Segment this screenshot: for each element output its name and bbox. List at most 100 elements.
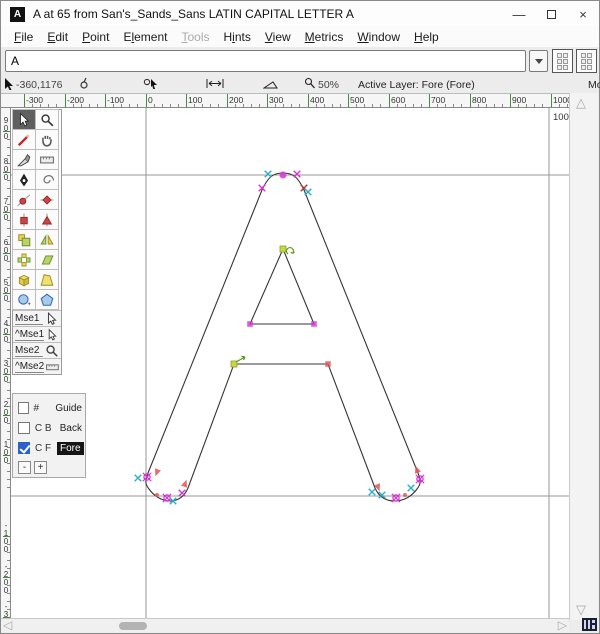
vertical-scrollbar[interactable]: △ ▽ [569, 93, 598, 620]
remove-layer-button[interactable]: - [18, 461, 31, 474]
layer-row-fore: C F Fore [13, 438, 85, 458]
layer-name[interactable]: Back [57, 422, 85, 435]
hruler-label: 900 [512, 95, 527, 105]
layer-name[interactable]: Guide [52, 402, 85, 415]
status-toolbar: -360,1176 50% Active Layer: Fore (Fore) … [1, 75, 600, 93]
glyph-text-input[interactable] [5, 50, 526, 72]
horizontal-scrollbar[interactable]: ◁ ▷ [1, 618, 569, 632]
hruler-label: 800 [472, 95, 487, 105]
horizontal-ruler[interactable]: -300 -200 -100 0 100 200 300 400 500 600 700 800 900… [1, 93, 571, 108]
add-layer-button[interactable]: + [34, 461, 47, 474]
dropdown-button[interactable] [529, 50, 548, 72]
pointer-tool[interactable] [12, 109, 36, 130]
scroll-down-icon[interactable]: ▽ [576, 602, 586, 618]
spiro-tool[interactable] [35, 169, 59, 190]
menu-tools[interactable]: Tools [174, 28, 216, 46]
mouse-binding-label: ^Mse2 [15, 360, 45, 373]
hruler-label: 100 [188, 95, 203, 105]
perspective-tool[interactable] [35, 269, 59, 290]
close-button[interactable]: × [567, 1, 599, 27]
menu-view[interactable]: View [258, 28, 298, 46]
ellipse-tool[interactable] [12, 289, 36, 310]
app-icon: A [10, 6, 25, 22]
perspective3d-tool[interactable] [12, 269, 36, 290]
menu-window[interactable]: Window [350, 28, 407, 46]
scroll-right-icon[interactable]: ▷ [558, 618, 567, 632]
pen-tool[interactable] [12, 169, 36, 190]
glyph-grid-icon [557, 53, 568, 70]
curve-tool[interactable] [12, 189, 36, 210]
layer-flags: # [33, 402, 40, 414]
vruler-label: 100 [3, 440, 9, 465]
menu-file[interactable]: File [7, 28, 40, 46]
title-bar: A A at 65 from San's_Sands_Sans LATIN CA… [1, 1, 599, 27]
chevron-down-icon [535, 59, 543, 64]
active-layer-label: Active Layer: Fore (Fore) [358, 79, 475, 91]
hvcurve-tool[interactable] [35, 189, 59, 210]
tangent-tool[interactable] [35, 209, 59, 230]
vruler-label: 700 [3, 197, 9, 222]
menu-metrics[interactable]: Metrics [298, 28, 351, 46]
flip-tool[interactable] [35, 229, 59, 250]
layers-palette: # Guide C B Back C F Fore - + [12, 393, 86, 478]
vruler-label: 900 [3, 116, 9, 141]
window-title: A at 65 from San's_Sands_Sans LATIN CAPI… [33, 7, 354, 21]
vruler-label: 800 [3, 157, 9, 182]
vruler-label: -100 [3, 521, 9, 554]
scroll-left-icon[interactable]: ◁ [3, 618, 12, 632]
menu-help[interactable]: Help [407, 28, 446, 46]
menu-point[interactable]: Point [75, 28, 116, 46]
glyph-grid-button-2[interactable] [576, 49, 597, 73]
mouse-binding-label: ^Mse1 [15, 328, 45, 341]
layer-flags: C F [35, 442, 52, 454]
menu-hints[interactable]: Hints [217, 28, 258, 46]
menu-element[interactable]: Element [116, 28, 174, 46]
glyph-canvas[interactable]: 1000 [11, 108, 571, 620]
rotate-cursor-icon [143, 78, 157, 89]
vruler-label: 400 [3, 319, 9, 344]
mouse-binding-label: Mse2 [15, 345, 43, 357]
magnify-tool[interactable] [35, 109, 59, 130]
hruler-label: 200 [229, 95, 244, 105]
polygon-tool[interactable] [35, 289, 59, 310]
scroll-up-icon[interactable]: △ [576, 95, 586, 111]
vruler-label: 600 [3, 238, 9, 263]
vruler-label: 500 [3, 278, 9, 303]
menu-edit[interactable]: Edit [40, 28, 75, 46]
modified-label-truncated: Mod [588, 79, 600, 91]
fontforge-window: A A at 65 from San's_Sands_Sans LATIN CA… [0, 0, 600, 634]
layer-visibility-checkbox[interactable] [18, 442, 30, 454]
zoom-icon [304, 77, 315, 89]
maximize-button[interactable] [535, 1, 567, 27]
layer-name[interactable]: Fore [57, 441, 84, 455]
corner-tool[interactable] [12, 209, 36, 230]
ruler-tool[interactable] [35, 149, 59, 170]
menu-bar: File Edit Point Element Tools Hints View Metric… [1, 27, 599, 47]
vruler-label: 200 [3, 400, 9, 425]
layer-visibility-checkbox[interactable] [18, 402, 29, 414]
zoom-level: 50% [318, 79, 340, 91]
knife-tool[interactable] [12, 149, 36, 170]
glyph-grid-button-1[interactable] [552, 49, 573, 73]
cursor-position-icon [5, 78, 13, 90]
angle-state-icon [263, 81, 278, 89]
width-state-icon [206, 79, 224, 88]
freehand-tool[interactable] [12, 129, 36, 150]
mouse-binding-label: Mse1 [15, 313, 43, 325]
layer-row-guide: # Guide [13, 398, 85, 418]
hruler-label: 300 [269, 95, 284, 105]
minimize-button[interactable]: — [503, 1, 535, 27]
vertical-ruler[interactable]: 900800700600500400300200100-100-200-300 [1, 108, 11, 620]
entry-row [1, 47, 599, 75]
scroll-tool[interactable] [35, 129, 59, 150]
hruler-label: 0 [148, 95, 153, 105]
mouse-binding-ctrl-mse1: ^Mse1 [13, 326, 61, 342]
rotate-tool[interactable] [12, 249, 36, 270]
layer-visibility-checkbox[interactable] [18, 422, 30, 434]
scrollbar-thumb[interactable] [119, 622, 147, 630]
skew-tool[interactable] [35, 249, 59, 270]
hruler-label: 500 [350, 95, 365, 105]
glyph-outline-svg[interactable]: 1000 [11, 108, 571, 620]
layer-row-back: C B Back [13, 418, 85, 438]
scale-tool[interactable] [12, 229, 36, 250]
